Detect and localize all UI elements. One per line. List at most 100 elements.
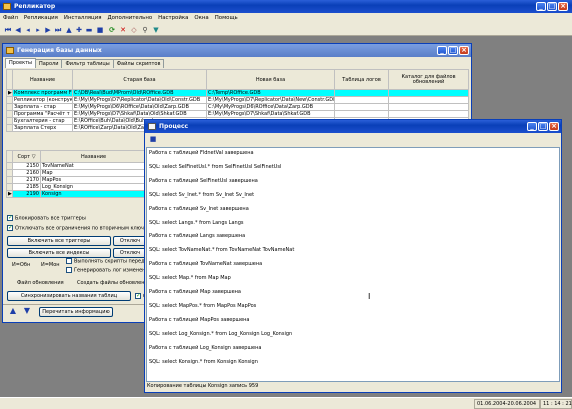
table-name-cell[interactable]: Map — [40, 169, 147, 177]
move-up-icon[interactable]: ▲ — [65, 26, 73, 34]
sort-row[interactable]: 2185 Log_Konsign — [6, 183, 147, 191]
process-log[interactable]: Работа с таблицей FldnetVal завершена SQL… — [146, 147, 560, 382]
last-record-icon[interactable]: ⏭ — [54, 26, 62, 34]
cancel-icon[interactable]: ✕ — [119, 26, 127, 34]
tab-passwords[interactable]: Пароли — [34, 59, 63, 68]
eraser-icon[interactable]: ◇ — [130, 26, 138, 34]
sort-cell[interactable]: 2150 — [12, 162, 41, 170]
refresh-icon[interactable]: ⟳ — [108, 26, 116, 34]
sort-cell[interactable]: 2160 — [12, 169, 41, 177]
project-cell[interactable]: Зарплата - стар — [12, 103, 73, 111]
tab-script-files[interactable]: Файлы скриптов — [112, 59, 165, 68]
menu-help[interactable]: Помощь — [212, 13, 241, 24]
delete-icon[interactable]: ▬ — [85, 26, 93, 34]
sort-cell[interactable]: 2170 — [12, 176, 41, 184]
sort-cell[interactable]: 2190 — [12, 190, 41, 198]
run-scripts-checkbox[interactable] — [66, 258, 72, 264]
project-row[interactable]: Репликатор (конструк E:\My\MyProgs\D7\Rep… — [6, 96, 469, 104]
first-record-icon[interactable]: ⏮ — [4, 26, 12, 34]
gen-maximize-icon[interactable]: □ — [448, 46, 458, 55]
process-save-icon[interactable]: ■ — [149, 135, 157, 143]
maximize-icon[interactable]: □ — [547, 2, 557, 11]
process-close-icon[interactable]: × — [549, 122, 559, 131]
process-titlebar[interactable]: Процесс _ □ × — [145, 120, 561, 133]
nav-down-icon[interactable]: ▼ — [23, 307, 31, 315]
generation-titlebar[interactable]: Генерация базы данных _ □ × — [3, 44, 471, 57]
table-name-cell[interactable]: Konsign — [40, 190, 147, 198]
project-cell[interactable] — [334, 96, 389, 104]
project-cell[interactable]: C:\Temp\ROffice.GDB — [206, 89, 335, 97]
project-cell[interactable] — [334, 103, 389, 111]
project-cell[interactable] — [388, 103, 469, 111]
project-cell[interactable] — [388, 96, 469, 104]
process-minimize-icon[interactable]: _ — [527, 122, 537, 131]
col-new-db[interactable]: Новая база — [206, 69, 335, 90]
run-scripts-option[interactable]: Выполнять скрипты переда — [66, 258, 148, 265]
enable-indexes-button[interactable]: Включить все индексы — [7, 248, 111, 258]
project-cell[interactable] — [334, 89, 389, 97]
menu-replication[interactable]: Репликация — [21, 13, 61, 24]
col-old-db[interactable]: Старая база — [72, 69, 207, 90]
project-cell[interactable]: Программа "Расчёт т — [12, 110, 73, 118]
sort-row[interactable]: ▶ 2190 Konsign — [6, 190, 147, 198]
sync-names-button[interactable]: Синхронизировать названия таблиц — [7, 291, 131, 301]
project-cell[interactable]: E:\My\MyProgs\D6\ROffice\Data\Old\Zarp.G… — [72, 103, 207, 111]
process-maximize-icon[interactable]: □ — [538, 122, 548, 131]
block-triggers-option[interactable]: Блокировать все триггеры — [7, 214, 86, 222]
col-log-table[interactable]: Таблица логов — [334, 69, 389, 90]
menu-extra[interactable]: Дополнительно — [104, 13, 155, 24]
next-record-icon[interactable]: ▸ — [34, 26, 42, 34]
add-icon[interactable]: ✚ — [75, 26, 83, 34]
disable-constraints-option[interactable]: Отключать все ограничения по вторичным к… — [7, 224, 151, 232]
table-name-cell[interactable]: TovNameNat — [40, 162, 147, 170]
sort-cell[interactable]: 2185 — [12, 183, 41, 191]
col-sort-name[interactable]: Название — [40, 150, 147, 163]
prev-record-icon[interactable]: ◂ — [24, 26, 32, 34]
project-cell[interactable]: E:\My\MyProgs\D7\Shkaf\Data\Old\Shkaf.GD… — [72, 110, 207, 118]
prev-page-icon[interactable]: ◀ — [14, 26, 22, 34]
block-triggers-checkbox[interactable] — [7, 214, 13, 221]
project-cell[interactable]: Зарплата Стерх — [12, 124, 73, 132]
project-row[interactable]: Программа "Расчёт т E:\My\MyProgs\D7\Shka… — [6, 110, 469, 118]
menu-file[interactable]: Файл — [0, 13, 21, 24]
create-update-files-label[interactable]: Создать файлы обновлен — [77, 280, 144, 286]
project-cell[interactable]: Репликатор (конструк — [12, 96, 73, 104]
gen-minimize-icon[interactable]: _ — [437, 46, 447, 55]
sort-row[interactable]: 2150 TovNameNat — [6, 162, 147, 170]
main-titlebar[interactable]: Репликатор _ □ × — [0, 0, 572, 13]
save-icon[interactable]: ■ — [96, 26, 104, 34]
filter-icon[interactable]: ▼ — [152, 26, 160, 34]
close-icon[interactable]: × — [558, 2, 568, 11]
project-cell[interactable] — [334, 110, 389, 118]
tab-table-filter[interactable]: Фильтр таблицы — [61, 59, 114, 68]
find-icon[interactable]: ⚲ — [141, 26, 149, 34]
project-cell[interactable] — [388, 110, 469, 118]
disable-triggers-button[interactable]: Отключ — [113, 236, 147, 246]
project-cell[interactable]: E:\My\MyProgs\D7\Replicator\Data\New\Con… — [206, 96, 335, 104]
project-cell[interactable] — [388, 89, 469, 97]
disable-indexes-button[interactable]: Отключ — [113, 248, 147, 258]
sort-row[interactable]: 2170 MapPos — [6, 176, 147, 184]
nav-up-icon[interactable]: ▲ — [9, 307, 17, 315]
table-name-cell[interactable]: MapPos — [40, 176, 147, 184]
gen-log-checkbox[interactable] — [66, 267, 72, 273]
menu-settings[interactable]: Настройка — [155, 13, 191, 24]
project-row[interactable]: ▶ Комплекс программ F C:\DB\Real\Bud\MProm… — [6, 89, 469, 97]
gen-log-option[interactable]: Генерировать лог изменени — [66, 267, 149, 274]
next-page-icon[interactable]: ▶ — [44, 26, 52, 34]
project-cell[interactable]: E:\My\MyProgs\D7\Replicator\Data\Old\Con… — [72, 96, 207, 104]
project-cell[interactable]: C:\My\MyProgs\D6\ROffice\Data\Zarp.GDB — [206, 103, 335, 111]
table-name-cell[interactable]: Log_Konsign — [40, 183, 147, 191]
minimize-icon[interactable]: _ — [536, 2, 546, 11]
col-name[interactable]: Название — [12, 69, 73, 90]
col-sort[interactable]: Сорт ▽ — [12, 150, 41, 163]
project-cell[interactable]: E:\My\MyProgs\D7\Shkaf\Data\Shkaf.GDB — [206, 110, 335, 118]
sort-row[interactable]: 2160 Map — [6, 169, 147, 177]
disable-constraints-checkbox[interactable] — [7, 224, 13, 231]
reread-info-button[interactable]: Перечитать информацию — [39, 307, 113, 317]
gen-close-icon[interactable]: × — [459, 46, 469, 55]
project-cell[interactable]: Бухгалтерия - стар — [12, 117, 73, 125]
tab-projects[interactable]: Проекты — [5, 58, 36, 68]
enable-triggers-button[interactable]: Включить все триггеры — [7, 236, 111, 246]
col-update-dir[interactable]: Каталог для файлов обновлений — [388, 69, 469, 90]
